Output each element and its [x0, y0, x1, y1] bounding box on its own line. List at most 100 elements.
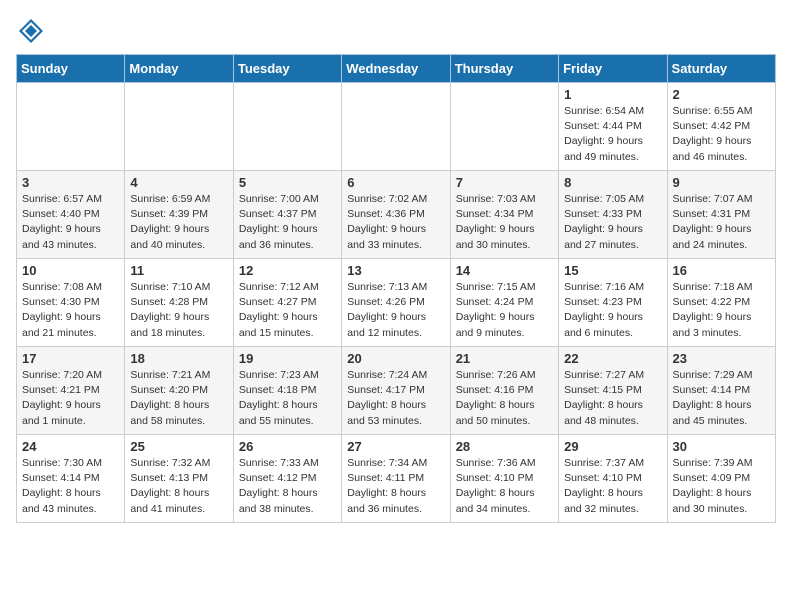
calendar-cell: 3 Sunrise: 6:57 AMSunset: 4:40 PMDaylight… — [17, 171, 125, 259]
calendar-cell — [450, 83, 558, 171]
calendar-cell: 17 Sunrise: 7:20 AMSunset: 4:21 PMDayligh… — [17, 347, 125, 435]
day-info: Sunrise: 7:13 AMSunset: 4:26 PMDaylight:… — [347, 280, 444, 341]
day-number: 14 — [456, 263, 553, 278]
calendar-cell: 7Sunrise: 7:03 AMSunset: 4:34 PMDaylight… — [450, 171, 558, 259]
header-tuesday: Tuesday — [233, 55, 341, 83]
day-number: 8 — [564, 175, 661, 190]
calendar-cell: 5Sunrise: 7:00 AMSunset: 4:37 PMDaylight… — [233, 171, 341, 259]
day-info: Sunrise: 6:57 AMSunset: 4:40 PMDaylight:… — [22, 192, 119, 253]
day-info: Sunrise: 7:37 AMSunset: 4:10 PMDaylight:… — [564, 456, 661, 517]
day-info: Sunrise: 7:39 AMSunset: 4:09 PMDaylight:… — [673, 456, 770, 517]
day-number: 19 — [239, 351, 336, 366]
day-info: Sunrise: 7:23 AMSunset: 4:18 PMDaylight:… — [239, 368, 336, 429]
calendar-week-row: 10Sunrise: 7:08 AMSunset: 4:30 PMDayligh… — [17, 259, 776, 347]
calendar-cell: 20Sunrise: 7:24 AMSunset: 4:17 PMDayligh… — [342, 347, 450, 435]
day-info: Sunrise: 7:07 AMSunset: 4:31 PMDaylight:… — [673, 192, 770, 253]
day-number: 6 — [347, 175, 444, 190]
calendar-cell: 15Sunrise: 7:16 AMSunset: 4:23 PMDayligh… — [559, 259, 667, 347]
day-number: 29 — [564, 439, 661, 454]
logo-icon — [16, 16, 46, 46]
calendar-cell: 4Sunrise: 6:59 AMSunset: 4:39 PMDaylight… — [125, 171, 233, 259]
header-saturday: Saturday — [667, 55, 775, 83]
day-number: 16 — [673, 263, 770, 278]
day-info: Sunrise: 6:55 AMSunset: 4:42 PMDaylight:… — [673, 104, 770, 165]
calendar-cell: 25 Sunrise: 7:32 AMSunset: 4:13 PMDayligh… — [125, 435, 233, 523]
day-number: 17 — [22, 351, 119, 366]
calendar-week-row: 3 Sunrise: 6:57 AMSunset: 4:40 PMDaylight… — [17, 171, 776, 259]
day-info: Sunrise: 6:54 AMSunset: 4:44 PMDaylight:… — [564, 104, 661, 165]
day-info: Sunrise: 7:36 AMSunset: 4:10 PMDaylight:… — [456, 456, 553, 517]
calendar-cell: 27 Sunrise: 7:34 AMSunset: 4:11 PMDayligh… — [342, 435, 450, 523]
logo — [16, 16, 48, 46]
calendar-cell: 29 Sunrise: 7:37 AMSunset: 4:10 PMDayligh… — [559, 435, 667, 523]
day-info: Sunrise: 7:20 AMSunset: 4:21 PMDaylight:… — [22, 368, 119, 429]
calendar-cell: 21 Sunrise: 7:26 AMSunset: 4:16 PMDayligh… — [450, 347, 558, 435]
day-number: 13 — [347, 263, 444, 278]
calendar-cell: 22 Sunrise: 7:27 AMSunset: 4:15 PMDayligh… — [559, 347, 667, 435]
calendar-cell: 2 Sunrise: 6:55 AMSunset: 4:42 PMDaylight… — [667, 83, 775, 171]
header-thursday: Thursday — [450, 55, 558, 83]
calendar-cell: 16 Sunrise: 7:18 AMSunset: 4:22 PMDayligh… — [667, 259, 775, 347]
calendar-cell: 13 Sunrise: 7:13 AMSunset: 4:26 PMDayligh… — [342, 259, 450, 347]
day-number: 10 — [22, 263, 119, 278]
day-number: 11 — [130, 263, 227, 278]
day-number: 21 — [456, 351, 553, 366]
day-number: 24 — [22, 439, 119, 454]
day-info: Sunrise: 7:05 AMSunset: 4:33 PMDaylight:… — [564, 192, 661, 253]
day-info: Sunrise: 7:18 AMSunset: 4:22 PMDaylight:… — [673, 280, 770, 341]
calendar-cell: 24 Sunrise: 7:30 AMSunset: 4:14 PMDayligh… — [17, 435, 125, 523]
day-info: Sunrise: 7:33 AMSunset: 4:12 PMDaylight:… — [239, 456, 336, 517]
day-info: Sunrise: 7:16 AMSunset: 4:23 PMDaylight:… — [564, 280, 661, 341]
calendar-cell: 23 Sunrise: 7:29 AMSunset: 4:14 PMDayligh… — [667, 347, 775, 435]
day-info: Sunrise: 7:15 AMSunset: 4:24 PMDaylight:… — [456, 280, 553, 341]
calendar-table: SundayMondayTuesdayWednesdayThursdayFrid… — [16, 54, 776, 523]
calendar-cell — [233, 83, 341, 171]
calendar-cell: 1 Sunrise: 6:54 AMSunset: 4:44 PMDaylight… — [559, 83, 667, 171]
day-info: Sunrise: 7:24 AMSunset: 4:17 PMDaylight:… — [347, 368, 444, 429]
calendar-cell: 9Sunrise: 7:07 AMSunset: 4:31 PMDaylight… — [667, 171, 775, 259]
day-info: Sunrise: 7:29 AMSunset: 4:14 PMDaylight:… — [673, 368, 770, 429]
header-friday: Friday — [559, 55, 667, 83]
calendar-cell: 19 Sunrise: 7:23 AMSunset: 4:18 PMDayligh… — [233, 347, 341, 435]
calendar-cell: 14 Sunrise: 7:15 AMSunset: 4:24 PMDayligh… — [450, 259, 558, 347]
day-number: 2 — [673, 87, 770, 102]
day-info: Sunrise: 7:03 AMSunset: 4:34 PMDaylight:… — [456, 192, 553, 253]
day-number: 27 — [347, 439, 444, 454]
calendar-header-row: SundayMondayTuesdayWednesdayThursdayFrid… — [17, 55, 776, 83]
day-number: 23 — [673, 351, 770, 366]
day-number: 28 — [456, 439, 553, 454]
calendar-cell — [342, 83, 450, 171]
header-monday: Monday — [125, 55, 233, 83]
calendar-cell: 12 Sunrise: 7:12 AMSunset: 4:27 PMDayligh… — [233, 259, 341, 347]
calendar-cell — [17, 83, 125, 171]
day-info: Sunrise: 7:32 AMSunset: 4:13 PMDaylight:… — [130, 456, 227, 517]
calendar-cell: 26Sunrise: 7:33 AMSunset: 4:12 PMDayligh… — [233, 435, 341, 523]
day-number: 30 — [673, 439, 770, 454]
calendar-cell: 28 Sunrise: 7:36 AMSunset: 4:10 PMDayligh… — [450, 435, 558, 523]
header-sunday: Sunday — [17, 55, 125, 83]
calendar-cell: 30 Sunrise: 7:39 AMSunset: 4:09 PMDayligh… — [667, 435, 775, 523]
day-number: 3 — [22, 175, 119, 190]
day-info: Sunrise: 6:59 AMSunset: 4:39 PMDaylight:… — [130, 192, 227, 253]
day-number: 1 — [564, 87, 661, 102]
calendar-week-row: 24 Sunrise: 7:30 AMSunset: 4:14 PMDayligh… — [17, 435, 776, 523]
day-number: 22 — [564, 351, 661, 366]
day-info: Sunrise: 7:21 AMSunset: 4:20 PMDaylight:… — [130, 368, 227, 429]
day-info: Sunrise: 7:34 AMSunset: 4:11 PMDaylight:… — [347, 456, 444, 517]
calendar-cell: 18 Sunrise: 7:21 AMSunset: 4:20 PMDayligh… — [125, 347, 233, 435]
calendar-cell: 8 Sunrise: 7:05 AMSunset: 4:33 PMDaylight… — [559, 171, 667, 259]
day-number: 5 — [239, 175, 336, 190]
day-info: Sunrise: 7:30 AMSunset: 4:14 PMDaylight:… — [22, 456, 119, 517]
calendar-week-row: 1 Sunrise: 6:54 AMSunset: 4:44 PMDaylight… — [17, 83, 776, 171]
calendar-week-row: 17 Sunrise: 7:20 AMSunset: 4:21 PMDayligh… — [17, 347, 776, 435]
day-number: 18 — [130, 351, 227, 366]
day-info: Sunrise: 7:12 AMSunset: 4:27 PMDaylight:… — [239, 280, 336, 341]
day-info: Sunrise: 7:26 AMSunset: 4:16 PMDaylight:… — [456, 368, 553, 429]
page-header — [16, 16, 776, 46]
calendar-cell: 11Sunrise: 7:10 AMSunset: 4:28 PMDayligh… — [125, 259, 233, 347]
day-info: Sunrise: 7:27 AMSunset: 4:15 PMDaylight:… — [564, 368, 661, 429]
day-number: 25 — [130, 439, 227, 454]
calendar-cell: 10Sunrise: 7:08 AMSunset: 4:30 PMDayligh… — [17, 259, 125, 347]
day-number: 12 — [239, 263, 336, 278]
day-info: Sunrise: 7:02 AMSunset: 4:36 PMDaylight:… — [347, 192, 444, 253]
